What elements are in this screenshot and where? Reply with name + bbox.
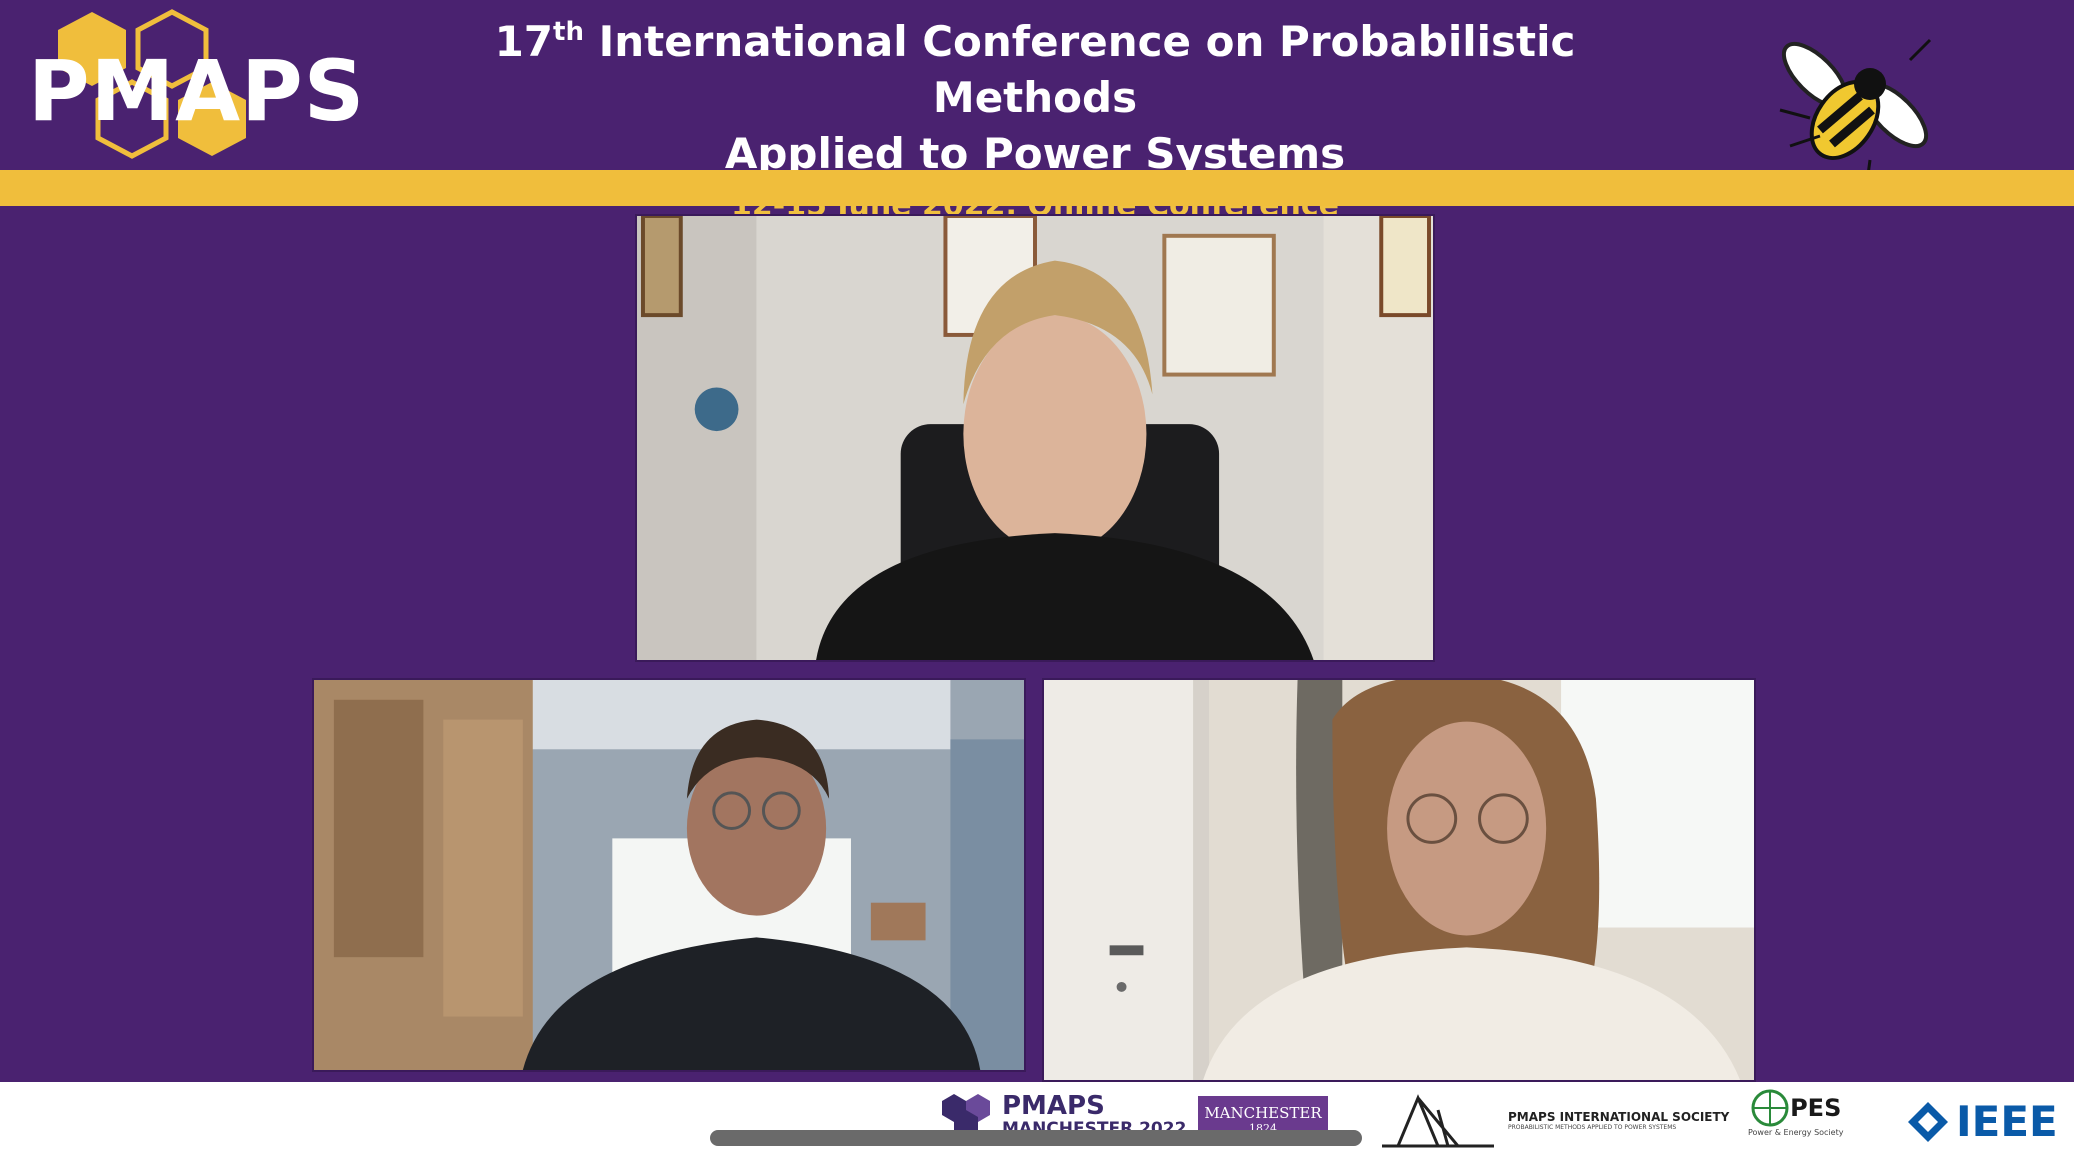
pmaps-sponsor-name: PMAPS — [1002, 1091, 1105, 1121]
logo-text: PMAPS — [28, 42, 366, 140]
society-name: PMAPS INTERNATIONAL SOCIETY — [1508, 1110, 1730, 1124]
sponsor-footer: PMAPS MANCHESTER 2022 MANCHESTER 1824 PM… — [0, 1082, 2074, 1170]
home-indicator-bar[interactable] — [710, 1130, 1362, 1146]
pes-tagline: Power & Energy Society — [1748, 1128, 1844, 1137]
participant-video-man-with-glasses — [314, 680, 1024, 1070]
pmaps-logo: PMAPS — [22, 8, 402, 168]
pmaps-society-emblem-icon — [1382, 1094, 1494, 1148]
video-tile-bottom-right[interactable] — [1042, 678, 1756, 1082]
manchester-name: MANCHESTER — [1204, 1103, 1322, 1122]
video-tile-bottom-left[interactable] — [312, 678, 1026, 1072]
sponsor-ieee: IEEE — [1906, 1100, 2058, 1144]
header-gold-stripe — [0, 170, 2074, 206]
globe-icon — [1751, 1089, 1789, 1127]
participant-video-woman-speaker — [637, 216, 1433, 660]
sponsor-ieee-pes: PES Power & Energy Society — [1748, 1088, 1843, 1137]
participant-video-woman-with-glasses — [1044, 680, 1754, 1080]
conference-header: PMAPS 17th International Conference on P… — [0, 0, 2074, 223]
ieee-name: IEEE — [1956, 1097, 2058, 1146]
society-tagline: PROBABILISTIC METHODS APPLIED TO POWER S… — [1508, 1124, 1677, 1131]
ieee-diamond-icon — [1908, 1102, 1948, 1142]
title-line-1: 17th International Conference on Probabi… — [494, 17, 1576, 122]
video-tile-top[interactable] — [635, 214, 1435, 662]
sponsor-pmaps-society: PMAPS INTERNATIONAL SOCIETY PROBABILISTI… — [1378, 1090, 1729, 1152]
pes-name: PES — [1790, 1094, 1842, 1122]
